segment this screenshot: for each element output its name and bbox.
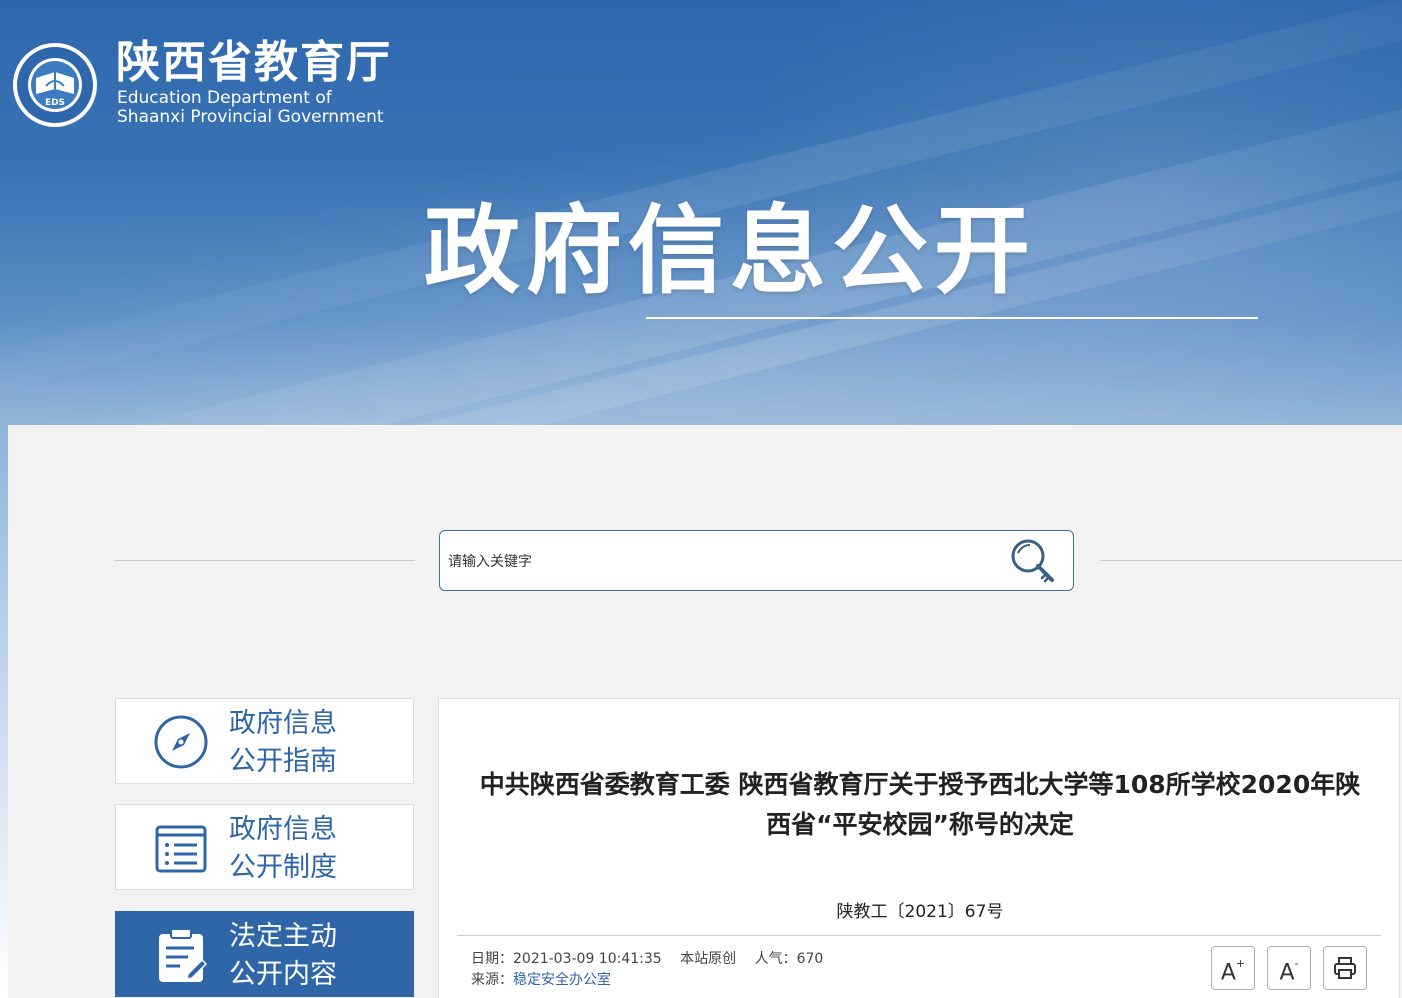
sidebar-item-statutory[interactable]: 法定主动 公开内容 bbox=[115, 911, 414, 997]
label-line1: 法定主动 bbox=[229, 921, 337, 952]
font-decrease-sup: - bbox=[1294, 957, 1299, 970]
article-title-line2: 西省“平安校园”称号的决定 bbox=[766, 810, 1074, 839]
font-increase-button[interactable]: A+ bbox=[1211, 946, 1255, 990]
origin-label: 本站原创 bbox=[680, 951, 737, 967]
article-panel: 中共陕西省委教育工委 陕西省教育厅关于授予西北大学等108所学校2020年陕 西… bbox=[438, 698, 1400, 998]
document-list-icon bbox=[155, 825, 207, 873]
org-name-cn[interactable]: 陕西省教育厅 bbox=[116, 38, 392, 88]
label-line1: 政府信息 bbox=[229, 708, 337, 739]
magnifier-key-icon bbox=[1011, 539, 1054, 583]
department-emblem-icon[interactable]: EDS bbox=[12, 42, 98, 128]
org-name-en: Education Department of Shaanxi Provinci… bbox=[117, 89, 384, 127]
article-title: 中共陕西省委教育工委 陕西省教育厅关于授予西北大学等108所学校2020年陕 西… bbox=[439, 765, 1401, 845]
font-increase-label: A bbox=[1220, 960, 1236, 986]
hero-underline bbox=[646, 317, 1258, 319]
date-value: 2021-03-09 10:41:35 bbox=[513, 951, 662, 967]
label-line2: 公开指南 bbox=[229, 746, 337, 777]
article-meta: 日期：2021-03-09 10:41:35 本站原创 人气：670 bbox=[471, 948, 837, 968]
views-info: 人气：670 bbox=[755, 951, 824, 967]
hero-title: 政府信息公开 bbox=[424, 195, 1036, 307]
emblem-text: EDS bbox=[45, 98, 65, 108]
divider bbox=[115, 560, 415, 561]
date-info: 日期：2021-03-09 10:41:35 bbox=[471, 951, 662, 967]
print-button[interactable] bbox=[1323, 946, 1367, 990]
label-line2: 公开制度 bbox=[229, 852, 337, 883]
sidebar-item-guide[interactable]: 政府信息 公开指南 bbox=[115, 698, 414, 784]
label-line1: 政府信息 bbox=[229, 814, 337, 845]
font-increase-sup: + bbox=[1235, 957, 1246, 970]
search-button[interactable] bbox=[1004, 535, 1060, 587]
search-box bbox=[439, 530, 1074, 591]
sidebar-item-label: 政府信息 公开制度 bbox=[229, 811, 337, 887]
font-decrease-button[interactable]: A- bbox=[1267, 946, 1311, 990]
source-label: 来源： bbox=[471, 972, 513, 988]
source-link[interactable]: 稳定安全办公室 bbox=[513, 972, 611, 988]
date-label: 日期： bbox=[471, 951, 513, 967]
compass-icon bbox=[154, 715, 208, 769]
header-banner: EDS 陕西省教育厅 Education Department of Shaan… bbox=[0, 0, 1402, 425]
font-decrease-label: A bbox=[1279, 960, 1295, 986]
sidebar-item-system[interactable]: 政府信息 公开制度 bbox=[115, 804, 414, 890]
article-title-line1: 中共陕西省委教育工委 陕西省教育厅关于授予西北大学等108所学校2020年陕 bbox=[479, 770, 1361, 799]
divider bbox=[457, 935, 1381, 936]
source-info: 来源：稳定安全办公室 bbox=[471, 969, 611, 989]
search-input[interactable] bbox=[446, 549, 990, 575]
sidebar-item-label: 法定主动 公开内容 bbox=[229, 918, 337, 994]
document-number: 陕教工〔2021〕67号 bbox=[836, 902, 1004, 922]
org-name-en-line2: Shaanxi Provincial Government bbox=[117, 107, 384, 127]
label-line2: 公开内容 bbox=[229, 959, 337, 990]
divider bbox=[1100, 560, 1402, 561]
left-edge-decoration bbox=[0, 425, 8, 998]
clipboard-edit-icon bbox=[159, 928, 208, 982]
views-value: 670 bbox=[796, 951, 824, 967]
org-name-en-line1: Education Department of bbox=[117, 88, 332, 108]
printer-icon bbox=[1334, 957, 1356, 979]
views-label: 人气： bbox=[754, 951, 797, 967]
sidebar-item-label: 政府信息 公开指南 bbox=[229, 705, 337, 781]
